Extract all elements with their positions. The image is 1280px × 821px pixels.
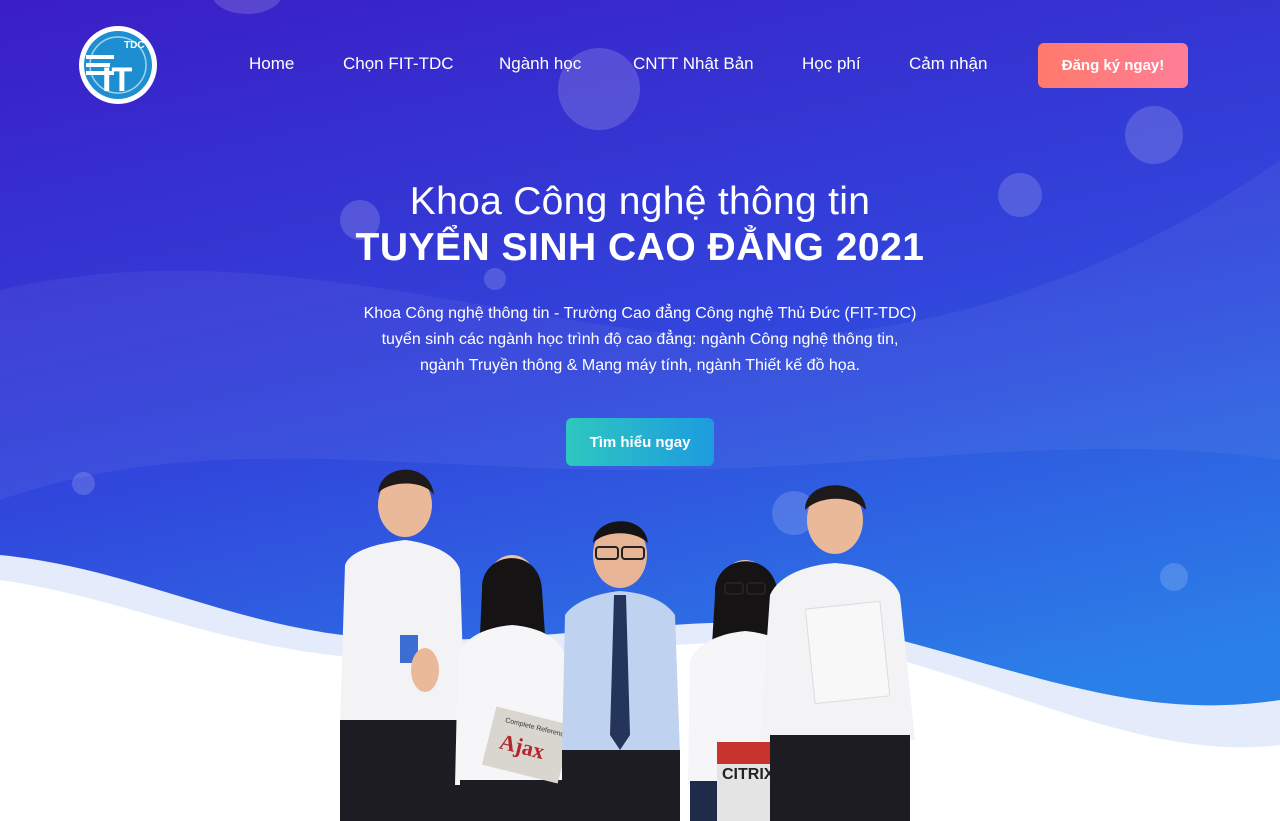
logo-badge: TDC (124, 40, 145, 51)
nav-item-nganh-hoc[interactable]: Ngành học (499, 53, 581, 75)
hero-description: Khoa Công nghệ thông tin - Trường Cao đẳ… (340, 301, 940, 379)
nav-item-hoc-phi[interactable]: Học phí (802, 53, 861, 75)
hero-title-line1: Khoa Công nghệ thông tin (409, 180, 871, 223)
hero-description-line: tuyển sinh các ngành học trình độ cao đẳ… (381, 331, 899, 348)
decor-bubble (72, 472, 95, 495)
decor-bubble (1125, 106, 1183, 164)
student-figure: Ajax Complete Reference (455, 555, 573, 821)
student-figure (562, 521, 680, 821)
register-button[interactable]: Đăng ký ngay! (1038, 43, 1188, 88)
nav-item-cntt-nhat-ban[interactable]: CNTT Nhật Bản (633, 53, 754, 75)
hero-title-line2: TUYỂN SINH CAO ĐẲNG 2021 (355, 226, 925, 269)
nav-item-cam-nhan[interactable]: Cảm nhận (909, 53, 987, 75)
nav-item-home[interactable]: Home (249, 53, 294, 75)
decor-bubble (1160, 563, 1188, 591)
student-figure (760, 485, 915, 821)
hero-description-line: Khoa Công nghệ thông tin - Trường Cao đẳ… (363, 305, 917, 322)
nav-item-chon-fit-tdc[interactable]: Chọn FIT-TDC (343, 53, 454, 75)
students-photo: Ajax Complete Reference CITRIX (340, 469, 915, 821)
book-citrix-title: CITRIX (722, 766, 775, 783)
hero-description-line: ngành Truyền thông & Mạng máy tính, ngàn… (419, 357, 860, 374)
student-figure (340, 469, 465, 821)
hero-section: TDC IT Home Chọn FIT-TDC Ngành học CNTT … (0, 0, 1280, 821)
